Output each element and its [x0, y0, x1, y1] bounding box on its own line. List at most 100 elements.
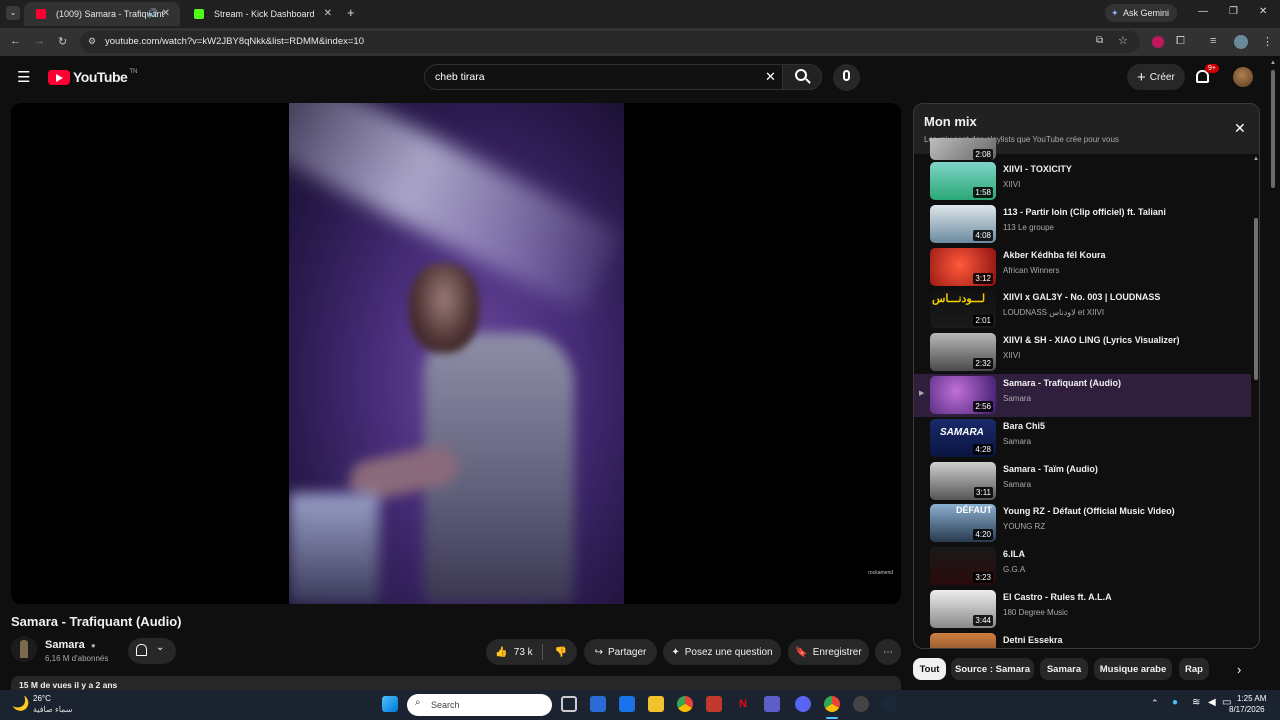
weather-temp[interactable]: 26°C — [33, 694, 51, 703]
playlist-item[interactable]: 3:11 Samara - Taïm (Audio) Samara — [914, 460, 1251, 503]
subscription-bell-button[interactable]: ⌄ — [128, 638, 176, 664]
microphone-tray-icon[interactable]: ● — [1172, 697, 1178, 708]
playlist-item[interactable]: 3:12 Akber Kédhba fél Koura African Winner… — [914, 246, 1251, 289]
playlist-item[interactable]: لـــودنـــاس 2:01 XIIVI x GAL3Y - No. 003 … — [914, 288, 1251, 331]
playlist-item-partial[interactable]: 2:08 — [914, 138, 1251, 160]
channel-name[interactable]: Samara ● — [45, 639, 96, 651]
bookmark-star-icon[interactable]: ☆ — [1118, 34, 1128, 47]
tab-kick[interactable]: Stream - Kick Dashboard ✕ — [182, 2, 342, 26]
video-watermark: rockamend — [868, 570, 893, 576]
share-button[interactable]: ↪ Partager — [584, 639, 657, 665]
windows-start-icon[interactable] — [382, 696, 398, 712]
chips-next-icon[interactable]: › — [1237, 662, 1241, 677]
scroll-up-icon[interactable]: ▲ — [1253, 156, 1259, 162]
dislike-button[interactable]: 👎 — [545, 639, 577, 665]
description-box[interactable]: 15 M de vues il y a 2 ans — [11, 676, 901, 690]
youtube-logo[interactable]: YouTube TN — [48, 69, 137, 85]
filter-chip[interactable]: Musique arabe — [1094, 658, 1172, 680]
discord-icon[interactable] — [795, 696, 811, 712]
youtube-play-icon — [48, 69, 70, 85]
page-scrollbar[interactable]: ▲ — [1269, 60, 1277, 690]
clear-search-icon[interactable]: ✕ — [765, 69, 776, 85]
close-tab-icon[interactable]: ✕ — [162, 8, 170, 19]
steam-icon[interactable] — [882, 696, 898, 712]
video-thumbnail: SAMARA 4:28 — [930, 418, 996, 457]
wifi-icon[interactable]: ≋ — [1192, 697, 1200, 708]
obs-icon[interactable] — [853, 696, 869, 712]
playlist-item[interactable]: 3:23 6.ILA G.G.A — [914, 545, 1251, 588]
filter-chip[interactable]: Samara — [1040, 658, 1088, 680]
playlist-item[interactable]: SAMARA 4:28 Bara Chi5 Samara — [914, 417, 1251, 460]
volume-icon[interactable]: ◀ — [1208, 697, 1216, 708]
filter-chip[interactable]: Tout — [913, 658, 946, 680]
more-actions-button[interactable]: ⋯ — [875, 639, 901, 665]
taskbar-search[interactable]: ⌕ Search — [407, 694, 552, 716]
clock-date[interactable]: 8/17/2026 — [1229, 705, 1265, 714]
chrome-icon[interactable] — [677, 696, 693, 712]
playlist-item[interactable]: 4:08 113 - Partir loin (Clip officiel) ft… — [914, 203, 1251, 246]
page-scroll-thumb[interactable] — [1271, 70, 1275, 188]
video-player[interactable]: rockamend — [11, 103, 901, 604]
search-input[interactable]: cheb tirara ✕ — [424, 64, 822, 90]
playlist-item-channel: African Winners — [1003, 265, 1060, 275]
playlist-item-channel: YOUNG RZ — [1003, 522, 1046, 532]
ask-gemini-button[interactable]: ✦ Ask Gemini — [1105, 4, 1178, 22]
filter-chip[interactable]: Source : Samara — [951, 658, 1034, 680]
playlist-scroll-thumb[interactable] — [1254, 218, 1258, 380]
forward-icon[interactable]: → — [34, 35, 45, 47]
chrome-active-icon[interactable] — [824, 696, 840, 712]
clock-time[interactable]: 1:25 AM — [1237, 694, 1266, 703]
save-button[interactable]: 🔖 Enregistrer — [788, 639, 869, 665]
video-thumbnail: 2:56 — [930, 376, 996, 414]
reload-icon[interactable]: ↻ — [58, 35, 67, 48]
close-playlist-icon[interactable]: ✕ — [1234, 120, 1246, 137]
playlist-item[interactable]: 1:58 XIIVI - TOXICITY XIIVI — [914, 160, 1251, 203]
tab-search-button[interactable]: ⌄ — [6, 6, 20, 20]
like-button[interactable]: 👍 73 k — [486, 639, 542, 665]
netflix-icon[interactable]: N — [735, 696, 751, 712]
ask-question-button[interactable]: ✦ Posez une question — [663, 639, 781, 665]
back-icon[interactable]: ← — [10, 35, 21, 47]
more-menu-icon[interactable]: ⋮ — [1262, 35, 1273, 48]
playlist-item-title: Young RZ - Défaut (Official Music Video) — [1003, 506, 1175, 517]
tab-youtube[interactable]: (1009) Samara - Trafiquant 🔊 ✕ — [24, 2, 180, 26]
playlist-item[interactable]: DÉFAUT 4:20 Young RZ - Défaut (Official Mu… — [914, 502, 1251, 545]
extensions-puzzle-icon[interactable]: ⧠ — [1176, 35, 1185, 48]
maximize-button[interactable]: ❐ — [1229, 6, 1238, 17]
install-app-icon[interactable]: ⧉ — [1096, 35, 1103, 46]
profile-avatar-icon[interactable] — [1234, 35, 1248, 49]
playlist-item[interactable]: 2:32 XIIVI & SH - XIAO LING (Lyrics Visua… — [914, 331, 1251, 374]
playlist-item[interactable]: ▶ 2:56 Samara - Trafiquant (Audio) Samara — [914, 374, 1251, 417]
browser-toolbar: ← → ↻ ⚙ youtube.com/watch?v=kW2JBY8qNkk&… — [0, 28, 1280, 56]
create-button[interactable]: + Créer — [1127, 64, 1185, 90]
playlist-scrollbar[interactable]: ▲ — [1253, 156, 1259, 648]
scroll-up-icon[interactable]: ▲ — [1270, 60, 1276, 66]
playlist-item[interactable]: Detni Essekra — [914, 631, 1251, 648]
filter-chip[interactable]: Rap — [1179, 658, 1209, 680]
windows-taskbar: 🌙 26°C سماء صافية ⌕ Search N ⌃ ● ≋ ◀ ▭ 1… — [0, 690, 1280, 720]
mail-icon[interactable] — [619, 696, 635, 712]
capcut-icon[interactable] — [706, 696, 722, 712]
task-view-icon[interactable] — [561, 696, 577, 712]
hamburger-menu-icon[interactable]: ☰ — [17, 68, 30, 86]
account-avatar[interactable] — [1233, 67, 1253, 87]
new-tab-button[interactable]: + — [347, 5, 355, 20]
audio-icon[interactable]: 🔊 — [147, 8, 158, 19]
address-bar[interactable]: ⚙ youtube.com/watch?v=kW2JBY8qNkk&list=R… — [80, 31, 1140, 53]
teams-icon[interactable] — [764, 696, 780, 712]
site-info-icon[interactable]: ⚙ — [88, 36, 96, 47]
close-window-button[interactable]: ✕ — [1259, 6, 1267, 17]
media-control-icon[interactable]: ≡ — [1210, 35, 1216, 47]
channel-avatar[interactable] — [11, 636, 37, 662]
minimize-button[interactable]: — — [1198, 6, 1208, 17]
extension-icon[interactable] — [1152, 36, 1164, 48]
voice-search-button[interactable] — [833, 64, 860, 91]
close-tab-icon[interactable]: ✕ — [324, 8, 332, 19]
notifications-button[interactable]: 9+ — [1196, 64, 1219, 86]
tray-overflow-icon[interactable]: ⌃ — [1151, 698, 1159, 709]
playlist-item[interactable]: 3:44 El Castro - Rules ft. A.L.A 180 Degre… — [914, 588, 1251, 631]
store-icon[interactable] — [590, 696, 606, 712]
file-explorer-icon[interactable] — [648, 696, 664, 712]
duration-badge: 2:01 — [973, 315, 993, 327]
search-button[interactable] — [782, 64, 822, 90]
